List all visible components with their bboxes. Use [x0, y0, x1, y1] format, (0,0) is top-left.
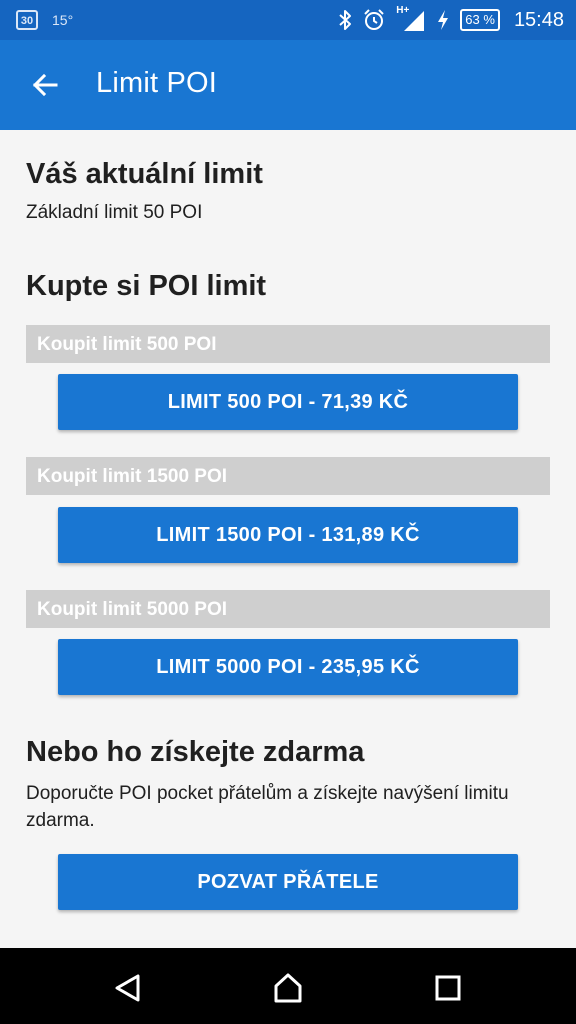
- navigation-bar: [0, 948, 576, 1024]
- back-button[interactable]: [22, 62, 68, 108]
- nav-home-button[interactable]: [266, 966, 310, 1010]
- temperature: 15°: [52, 12, 74, 28]
- buy-limit-heading: Kupte si POI limit: [26, 270, 267, 302]
- package-header-5000: Koupit limit 5000 POI: [26, 590, 550, 628]
- charging-icon: [438, 10, 449, 30]
- status-right: H+ 63 % 15:48: [338, 5, 564, 34]
- calendar-day: 30: [20, 15, 34, 27]
- home-icon: [274, 973, 302, 1003]
- nav-back-button[interactable]: [106, 966, 150, 1010]
- status-left: 30 15°: [16, 8, 73, 32]
- nav-recents-button[interactable]: [426, 966, 470, 1010]
- buy-5000-button[interactable]: LIMIT 5000 POI - 235,95 KČ: [58, 639, 518, 695]
- buy-1500-button[interactable]: LIMIT 1500 POI - 131,89 KČ: [58, 507, 518, 563]
- status-bar: 30 15° H+ 63 % 15:48: [0, 0, 576, 40]
- clock: 15:48: [513, 8, 564, 31]
- free-limit-heading: Nebo ho získejte zdarma: [26, 736, 365, 768]
- free-limit-text: Doporučte POI pocket přátelům a získejte…: [26, 783, 509, 831]
- recents-icon: [435, 975, 461, 1001]
- battery-icon: 63 %: [460, 9, 500, 31]
- bluetooth-icon: [339, 10, 352, 30]
- signal-indicator: H+: [396, 5, 426, 33]
- package-header-500: Koupit limit 500 POI: [26, 325, 550, 363]
- page-title: Limit POI: [96, 67, 218, 99]
- app-bar: Limit POI: [0, 40, 576, 130]
- signal-icon: [404, 11, 425, 31]
- package-header-1500: Koupit limit 1500 POI: [26, 457, 550, 495]
- alarm-icon: [364, 9, 385, 30]
- current-limit-heading: Váš aktuální limit: [26, 158, 263, 190]
- current-limit-text: Základní limit 50 POI: [26, 202, 203, 223]
- arrow-back-icon: [32, 73, 58, 97]
- invite-friends-button[interactable]: POZVAT PŘÁTELE: [58, 854, 518, 910]
- calendar-icon: 30: [16, 10, 38, 30]
- buy-500-button[interactable]: LIMIT 500 POI - 71,39 KČ: [58, 374, 518, 430]
- triangle-back-icon: [115, 974, 140, 1002]
